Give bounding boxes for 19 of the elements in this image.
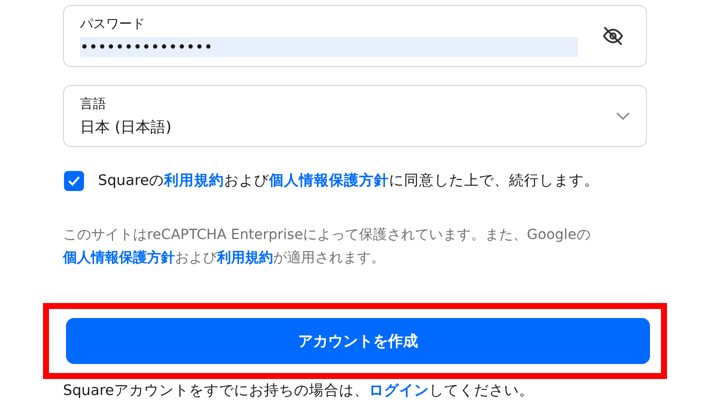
password-value: •••••••••••••••	[80, 37, 578, 57]
recaptcha-notice: このサイトはreCAPTCHA Enterpriseによって保護されています。また、Googleの 個人情報保護方針および利用規約が適用されます。	[63, 226, 592, 268]
create-account-button[interactable]: アカウントを作成	[66, 318, 650, 364]
field-label: 言語	[80, 96, 106, 112]
link[interactable]: 利用規約	[217, 250, 273, 266]
signin-text: Squareアカウントをすでにお持ちの場合は、ログイン してください。	[63, 382, 536, 401]
link[interactable]: ログイン	[369, 383, 430, 399]
eye-slash-icon[interactable]	[602, 27, 624, 45]
field-label: パスワード	[80, 16, 145, 33]
chevron-down-icon	[616, 112, 630, 120]
select-value: 日本 (日本語)	[80, 116, 172, 138]
consent-text: Squareの利用規約および個人情報保護方針に同意した上で、続行します。	[98, 171, 600, 191]
language-select[interactable]: 言語 日本 (日本語)	[63, 85, 647, 147]
password-field[interactable]: パスワード •••••••••••••••	[63, 5, 647, 67]
link[interactable]: 個人情報保護方針	[63, 250, 175, 266]
check-icon	[68, 176, 80, 186]
link[interactable]: 利用規約	[164, 173, 224, 189]
checkbox[interactable]	[64, 171, 84, 191]
link[interactable]: 個人情報保護方針	[269, 173, 390, 189]
